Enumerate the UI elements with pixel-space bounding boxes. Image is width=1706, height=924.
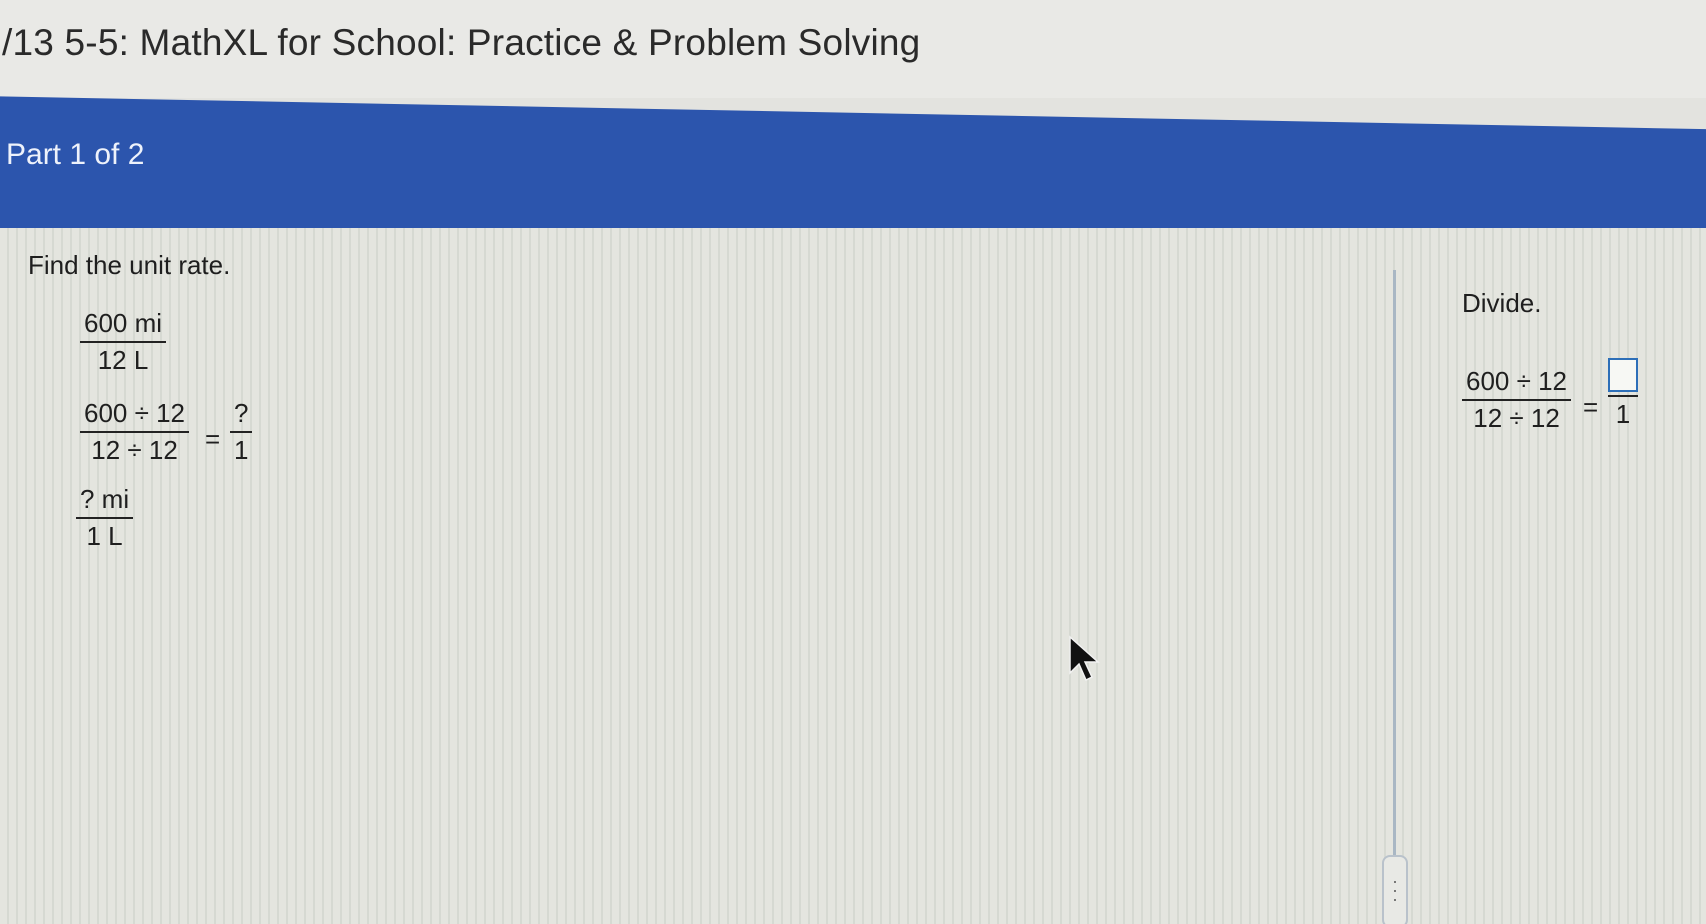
page-title: /13 5-5: MathXL for School: Practice & P… <box>2 22 921 63</box>
answer-input[interactable] <box>1608 358 1638 392</box>
equals-sign: = <box>1583 392 1599 422</box>
unit-rate-numerator: ? mi <box>80 484 130 514</box>
resize-handle-icon[interactable]: · · · <box>1382 855 1408 924</box>
panel-divider[interactable] <box>1393 270 1396 924</box>
step-result-denominator: 1 <box>234 435 249 465</box>
given-rate-fraction: 600 mi 12 L <box>80 308 167 376</box>
mathxl-page: /13 5-5: MathXL for School: Practice & P… <box>0 0 1706 924</box>
answer-fraction: 1 <box>1608 358 1638 430</box>
divide-denominator: 12 ÷ 12 <box>1473 403 1560 433</box>
given-numerator: 600 mi <box>84 308 163 338</box>
given-denominator: 12 L <box>97 345 149 375</box>
divide-numerator: 600 ÷ 12 <box>1466 366 1568 396</box>
title-bar: /13 5-5: MathXL for School: Practice & P… <box>0 0 1706 98</box>
grip-dots-icon: · · · <box>1392 871 1398 909</box>
step-numerator: 600 ÷ 12 <box>84 398 186 428</box>
question-instruction: Find the unit rate. <box>28 250 231 280</box>
step-result-fraction: ? 1 <box>230 398 253 466</box>
step-result-numerator: ? <box>234 398 249 428</box>
answer-denominator: 1 <box>1615 399 1631 429</box>
question-area <box>0 228 1706 924</box>
step-fraction: 600 ÷ 12 12 ÷ 12 <box>80 398 190 466</box>
part-label: Part 1 of 2 <box>6 138 145 171</box>
mouse-pointer-icon <box>1069 635 1100 682</box>
divide-instruction: Divide. <box>1462 288 1542 318</box>
divide-fraction: 600 ÷ 12 12 ÷ 12 <box>1462 366 1572 434</box>
unit-rate-denominator: 1 L <box>86 521 123 551</box>
equals-sign: = <box>205 424 221 454</box>
step-denominator: 12 ÷ 12 <box>91 435 178 465</box>
unit-rate-fraction: ? mi 1 L <box>76 484 134 552</box>
